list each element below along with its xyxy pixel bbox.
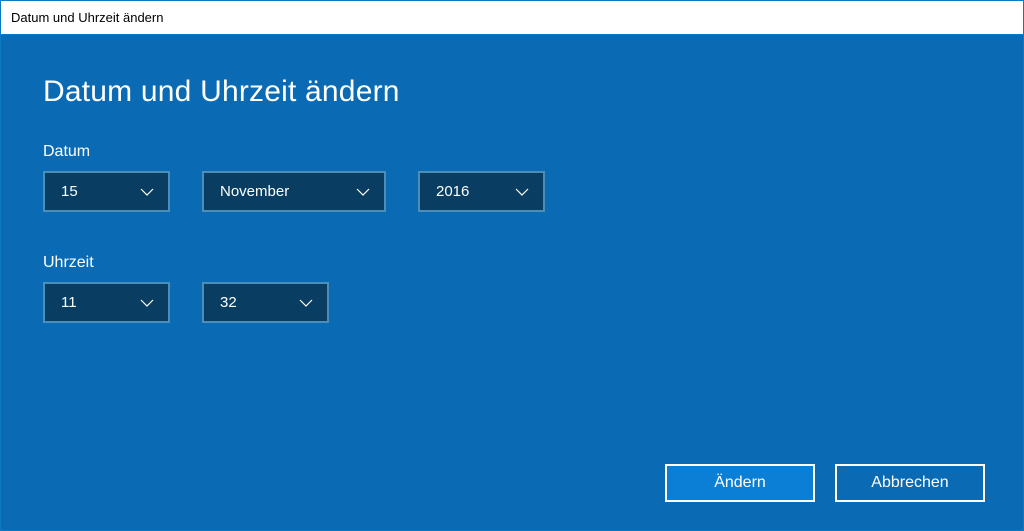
date-section-label: Datum — [43, 143, 981, 161]
month-dropdown[interactable]: November — [202, 171, 386, 212]
time-section-label: Uhrzeit — [43, 254, 981, 272]
chevron-down-icon — [299, 296, 313, 310]
month-value: November — [220, 183, 289, 200]
year-value: 2016 — [436, 183, 469, 200]
chevron-down-icon — [140, 185, 154, 199]
dialog-window: Datum und Uhrzeit ändern Datum und Uhrze… — [0, 0, 1024, 531]
page-title: Datum und Uhrzeit ändern — [43, 75, 981, 109]
chevron-down-icon — [140, 296, 154, 310]
minute-value: 32 — [220, 294, 237, 311]
cancel-button[interactable]: Abbrechen — [835, 464, 985, 502]
titlebar-title: Datum und Uhrzeit ändern — [11, 10, 163, 25]
chevron-down-icon — [515, 185, 529, 199]
hour-value: 11 — [61, 294, 77, 311]
confirm-button[interactable]: Ändern — [665, 464, 815, 502]
minute-dropdown[interactable]: 32 — [202, 282, 329, 323]
titlebar: Datum und Uhrzeit ändern — [1, 1, 1023, 35]
dialog-footer: Ändern Abbrechen — [665, 464, 985, 502]
hour-dropdown[interactable]: 11 — [43, 282, 170, 323]
year-dropdown[interactable]: 2016 — [418, 171, 545, 212]
time-row: 11 32 — [43, 282, 981, 323]
day-value: 15 — [61, 183, 78, 200]
date-row: 15 November 2016 — [43, 171, 981, 212]
day-dropdown[interactable]: 15 — [43, 171, 170, 212]
dialog-content: Datum und Uhrzeit ändern Datum 15 Novemb… — [1, 35, 1023, 530]
chevron-down-icon — [356, 185, 370, 199]
